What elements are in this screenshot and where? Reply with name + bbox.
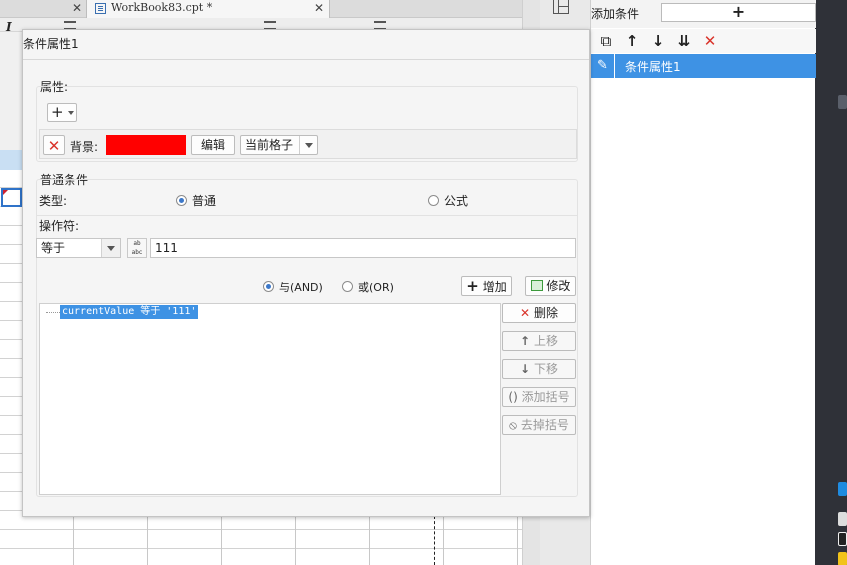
logic-or-text: 或(OR) xyxy=(358,281,394,294)
plus-icon: + xyxy=(466,277,479,295)
operator-select[interactable]: 等于 xyxy=(36,238,121,258)
condition-tree-item[interactable]: currentValue 等于 '111' xyxy=(60,305,199,319)
condition-list-panel: 添加条件 + ⧉ ↑ ↓ ⇊ ✕ ✎ 条件属性1 xyxy=(590,0,816,565)
move-bottom-icon[interactable]: ⇊ xyxy=(674,31,694,51)
delete-condition-icon[interactable]: ✕ xyxy=(700,31,720,51)
delete-item-label: 删除 xyxy=(533,306,558,320)
condition-value-text: 111 xyxy=(155,241,178,255)
background-label: 背景: xyxy=(70,140,99,154)
condition-value-input[interactable]: 111 xyxy=(150,238,576,258)
remove-bracket-label: 去掉括号 xyxy=(520,418,569,432)
layout-icon[interactable] xyxy=(553,0,569,14)
type-label: 类型: xyxy=(39,194,68,208)
delete-item-button[interactable]: ✕ 删除 xyxy=(502,303,576,323)
scope-dropdown-button[interactable] xyxy=(299,136,317,154)
scope-select-value: 当前格子 xyxy=(245,138,294,152)
operator-label: 操作符: xyxy=(39,219,80,233)
type-formula-label: 公式 xyxy=(444,194,469,208)
remove-bracket-icon: ⦸ xyxy=(509,418,517,432)
desktop-edge xyxy=(815,0,847,565)
add-condition-item-label: 增加 xyxy=(482,280,507,294)
move-up-label: 上移 xyxy=(533,334,558,348)
condition-separator xyxy=(37,215,577,216)
pencil-icon: ✎ xyxy=(591,54,615,78)
title-separator xyxy=(23,59,589,60)
logic-and-label: 与(AND) xyxy=(279,279,323,295)
logic-or-label: 或(OR) xyxy=(358,279,394,295)
condition-panel-title: 添加条件 xyxy=(591,7,640,21)
move-down-icon[interactable]: ↓ xyxy=(648,31,668,51)
move-up-icon[interactable]: ↑ xyxy=(622,31,642,51)
modify-icon xyxy=(530,280,543,291)
background-color-swatch[interactable] xyxy=(106,135,186,155)
type-formula-radio[interactable] xyxy=(428,195,439,206)
workbook-tab[interactable]: WorkBook83.cpt * xyxy=(86,0,330,18)
close-workbook-tab-icon[interactable]: ✕ xyxy=(314,0,324,16)
value-type-icon[interactable]: ab abc xyxy=(127,238,147,258)
logic-and-radio[interactable] xyxy=(263,281,274,292)
row-header xyxy=(0,150,22,170)
logic-or-radio[interactable] xyxy=(342,281,353,292)
modify-condition-button[interactable]: 修改 xyxy=(525,276,576,296)
type-normal-label: 普通 xyxy=(192,194,217,208)
add-bracket-label: 添加括号 xyxy=(521,390,570,404)
close-tab-icon[interactable]: ✕ xyxy=(72,0,82,16)
arrow-down-icon: ↓ xyxy=(520,362,531,376)
scope-select[interactable]: 当前格子 xyxy=(240,135,318,155)
delete-icon: ✕ xyxy=(520,306,531,320)
page-break-line xyxy=(434,516,435,565)
dialog-title: 条件属性1 xyxy=(23,37,79,51)
condition-list-item[interactable]: ✎ 条件属性1 xyxy=(591,54,816,78)
condition-panel-header: 添加条件 + xyxy=(591,0,816,28)
move-up-button[interactable]: ↑ 上移 xyxy=(502,331,576,351)
browser-icon[interactable] xyxy=(838,482,847,496)
edit-background-button[interactable]: 编辑 xyxy=(191,135,235,155)
window-icon[interactable] xyxy=(838,512,847,526)
dropdown-arrow-icon xyxy=(68,111,74,115)
condition-attribute-dialog: 条件属性1 属性: + ✕ 背景: 编辑 当前格子 普通条件 类型: 普通 公式… xyxy=(22,29,590,517)
move-down-label: 下移 xyxy=(533,362,558,376)
bracket-icon: () xyxy=(508,390,518,404)
penguin-icon[interactable] xyxy=(838,532,847,546)
operator-dropdown-button[interactable] xyxy=(101,239,120,257)
remove-bracket-button[interactable]: ⦸ 去掉括号 xyxy=(502,415,576,435)
plus-icon: + xyxy=(51,103,64,121)
type-normal-radio[interactable] xyxy=(176,195,187,206)
copy-icon[interactable]: ⧉ xyxy=(596,31,616,51)
selected-cell[interactable] xyxy=(1,188,22,207)
add-bracket-button[interactable]: () 添加括号 xyxy=(502,387,576,407)
workbook-tab-title: WorkBook83.cpt * xyxy=(111,1,213,14)
condition-item-label: 条件属性1 xyxy=(625,60,681,74)
chevron-down-icon xyxy=(305,143,313,148)
add-condition-button[interactable]: + xyxy=(661,3,816,22)
operator-select-value: 等于 xyxy=(41,241,66,255)
italic-icon[interactable]: I xyxy=(6,20,12,34)
arrow-up-icon: ↑ xyxy=(520,334,531,348)
workbook-icon xyxy=(95,3,106,14)
tree-connector xyxy=(46,312,60,313)
tray-icon xyxy=(838,95,847,109)
move-down-button[interactable]: ↓ 下移 xyxy=(502,359,576,379)
delete-attribute-icon[interactable]: ✕ xyxy=(43,135,65,155)
condition-tree-list[interactable]: currentValue 等于 '111' xyxy=(39,303,501,495)
smiley-icon[interactable] xyxy=(838,552,847,565)
add-condition-item-button[interactable]: + 增加 xyxy=(461,276,512,296)
modify-condition-label: 修改 xyxy=(546,279,571,293)
add-attribute-button[interactable]: + xyxy=(47,103,77,122)
logic-and-text: 与(AND) xyxy=(279,281,323,294)
chevron-down-icon xyxy=(107,246,115,251)
